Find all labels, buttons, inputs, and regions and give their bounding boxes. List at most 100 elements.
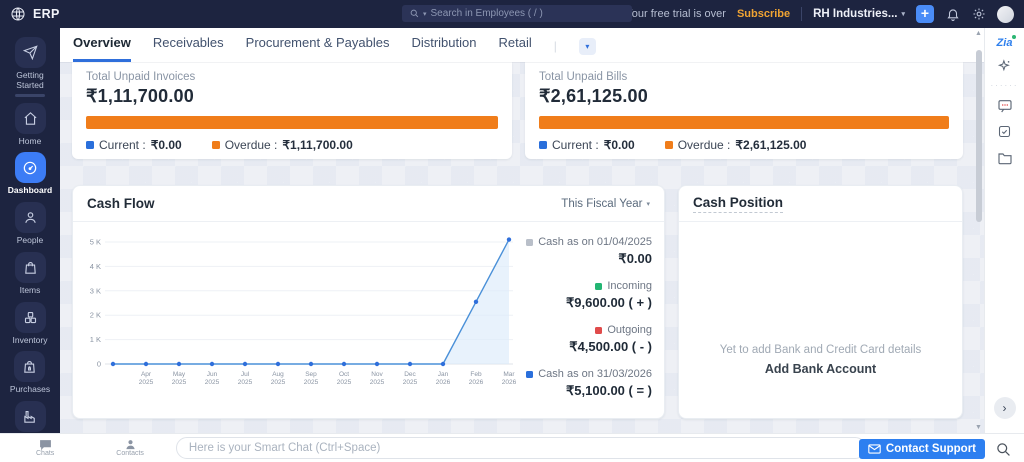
sidebar-item-label: People (16, 235, 44, 246)
zia-assistant-button[interactable]: Zia (997, 35, 1017, 49)
rocket-icon (14, 37, 46, 68)
kpi-legend: Current : ₹0.00 Overdue : ₹2,61,125.00 (539, 138, 949, 152)
svg-text:Oct: Oct (339, 371, 349, 378)
svg-text:2025: 2025 (238, 379, 253, 386)
overdue-bar (86, 116, 498, 129)
sidebar-item-label: Items (19, 284, 41, 295)
settings-gear-icon[interactable] (971, 7, 986, 22)
tab-overview[interactable]: Overview (73, 35, 131, 62)
current-value: ₹0.00 (150, 138, 182, 152)
svg-text:5 K: 5 K (90, 238, 101, 247)
cash-position-body: Yet to add Bank and Credit Card details … (679, 222, 962, 418)
sparkle-icon[interactable] (996, 58, 1013, 75)
scroll-down-arrow-icon[interactable]: ▼ (975, 424, 982, 431)
swatch (526, 370, 534, 378)
svg-text:Jun: Jun (207, 371, 218, 378)
sidebar-item-home[interactable]: Home (14, 102, 46, 147)
scroll-up-arrow-icon[interactable]: ▲ (975, 30, 982, 37)
chats-button[interactable]: Chats (36, 439, 54, 457)
svg-text:2025: 2025 (271, 379, 286, 386)
legend-value: ₹9,600.00 ( + ) (566, 295, 652, 310)
overdue-value: ₹1,11,700.00 (282, 138, 353, 152)
app-logo[interactable]: ERP (10, 6, 60, 22)
overdue-legend-item: Overdue : ₹1,11,700.00 (211, 138, 353, 152)
notifications-bell-icon[interactable] (945, 7, 960, 22)
erp-dashboard: ERP ▾ Search in Employees ( / ) Your fre… (0, 0, 1024, 462)
sidebar-item-purchases[interactable]: Purchases (10, 351, 50, 395)
globe-logo-icon (11, 7, 25, 21)
shopping-bag-icon (14, 251, 46, 283)
sidebar-item-people[interactable]: People (14, 202, 46, 246)
swatch (595, 326, 603, 334)
org-switcher[interactable]: RH Industries... ▾ (813, 8, 905, 20)
svg-text:2 K: 2 K (90, 311, 101, 320)
chats-label: Chats (36, 450, 55, 457)
cash-flow-card: Cash Flow This Fiscal Year ▾ 0 1 K 2 K 3 K 4… (72, 185, 665, 419)
svg-text:Jul: Jul (241, 371, 250, 378)
tab-distribution[interactable]: Distribution (411, 35, 476, 62)
total-unpaid-invoices-card: Total Unpaid Invoices ₹1,11,700.00 Curre… (72, 62, 512, 159)
swatch (526, 238, 534, 246)
scrollbar-thumb[interactable] (976, 50, 982, 222)
tasks-check-icon[interactable] (996, 123, 1013, 140)
legend-label: Incoming (607, 280, 652, 292)
top-bar: ERP ▾ Search in Employees ( / ) Your fre… (0, 0, 1024, 28)
contact-support-button[interactable]: Contact Support (858, 439, 985, 459)
folder-icon[interactable] (996, 149, 1013, 166)
main-content: Overview Receivables Procurement & Payab… (60, 28, 984, 433)
bag-lock-icon (14, 351, 46, 383)
add-bank-account-link[interactable]: Add Bank Account (765, 362, 876, 376)
cash-flow-body: 01 K2 K3 K4 K5 K Apr 2025 May 2025 Jun 2025 Jul… (73, 222, 664, 418)
tab-receivables[interactable]: Receivables (153, 35, 224, 62)
chat-bubble-icon (39, 440, 51, 450)
contacts-label: Contacts (116, 450, 144, 457)
boxes-icon (14, 301, 46, 333)
toolbar-divider-dots: ······ (990, 81, 1019, 90)
bottom-search-icon[interactable] (996, 442, 1011, 457)
swatch (595, 282, 603, 290)
chevron-down-icon: ▾ (646, 200, 650, 208)
cash-position-card: Cash Position Yet to add Bank and Credit… (678, 185, 963, 419)
sidebar-item-label: Dashboard (7, 185, 53, 196)
svg-text:2025: 2025 (172, 379, 187, 386)
sidebar-item-inventory[interactable]: Inventory (13, 301, 47, 346)
cash-flow-header: Cash Flow This Fiscal Year ▾ (73, 186, 664, 222)
more-tabs-chevron-icon[interactable]: ▾ (578, 38, 596, 55)
org-name: RH Industries... (813, 8, 898, 20)
legend-outgoing: Outgoing ₹4,500.00 ( - ) (510, 324, 652, 355)
contacts-button[interactable]: Contacts (116, 439, 144, 457)
subscribe-link[interactable]: Subscribe (737, 8, 790, 20)
overdue-label: Overdue : (677, 138, 731, 152)
svg-text:Nov: Nov (371, 371, 383, 378)
bottom-bar: Chats Contacts Contact Support (0, 433, 1024, 462)
topbar-divider (801, 7, 803, 21)
content-scrollbar[interactable]: ▲ ▼ (974, 28, 984, 433)
overdue-swatch (664, 141, 673, 149)
sidebar-item-getting-started[interactable]: Getting Started (2, 37, 58, 97)
sidebar-item-label: Getting Started (16, 70, 44, 90)
tab-procurement-payables[interactable]: Procurement & Payables (246, 35, 390, 62)
svg-text:Feb: Feb (470, 371, 482, 378)
collapse-panel-chevron-button[interactable]: › (993, 397, 1016, 419)
search-scope-chevron-icon[interactable]: ▾ (423, 10, 427, 18)
sidebar-item-items[interactable]: Items (14, 251, 46, 296)
tab-retail[interactable]: Retail (498, 35, 531, 62)
comments-icon[interactable] (996, 97, 1013, 114)
sidebar-item-label: Home (18, 135, 42, 146)
legend-opening-balance: Cash as on 01/04/2025 ₹0.00 (510, 236, 652, 267)
global-search-input[interactable]: ▾ Search in Employees ( / ) (402, 5, 632, 22)
tab-separator: | (553, 39, 557, 53)
fiscal-year-dropdown[interactable]: This Fiscal Year ▾ (561, 198, 650, 210)
empty-state-text: Yet to add Bank and Credit Card details (719, 344, 922, 356)
svg-text:3 K: 3 K (90, 286, 101, 295)
app-name: ERP (33, 7, 60, 21)
quick-create-button[interactable]: + (916, 5, 934, 23)
svg-text:May: May (173, 371, 186, 378)
svg-text:2025: 2025 (403, 379, 418, 386)
user-avatar[interactable] (997, 5, 1014, 23)
smart-chat-input[interactable] (175, 437, 866, 459)
sidebar-item-dashboard[interactable]: Dashboard (8, 152, 52, 196)
svg-text:1 K: 1 K (90, 335, 101, 344)
current-swatch (86, 141, 94, 149)
cash-flow-chart: 01 K2 K3 K4 K5 KApr2025May2025Jun2025Jul… (90, 237, 516, 386)
